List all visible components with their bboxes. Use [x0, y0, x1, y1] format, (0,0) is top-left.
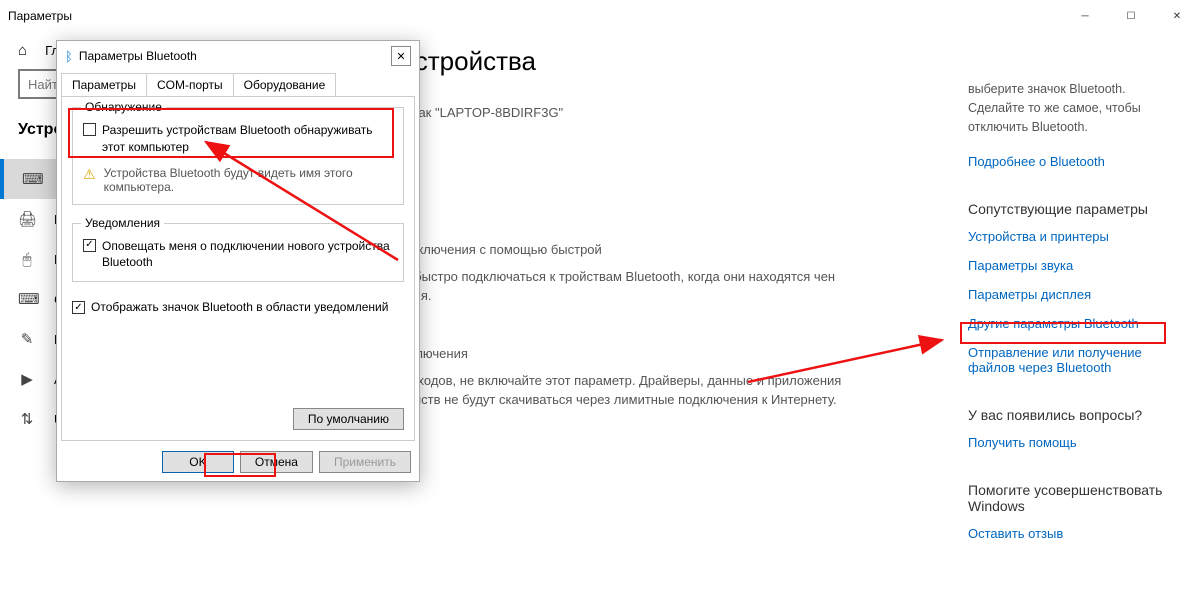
dialog-close-button[interactable]: ✕: [391, 46, 411, 66]
bluetooth-dialog: ᛒ Параметры Bluetooth ✕ Параметры COM-по…: [56, 40, 420, 482]
group-notifications-title: Уведомления: [81, 216, 164, 230]
link-feedback[interactable]: Оставить отзыв: [968, 526, 1178, 541]
checkbox-tray-icon[interactable]: ✓: [72, 301, 85, 314]
button-defaults[interactable]: По умолчанию: [293, 408, 404, 430]
close-button[interactable]: ✕: [1154, 0, 1200, 32]
button-ok[interactable]: OK: [162, 451, 234, 473]
group-notifications: Уведомления ✓ Оповещать меня о подключен…: [72, 223, 404, 283]
mouse-icon: 🖱: [18, 251, 36, 268]
link-sound-settings[interactable]: Параметры звука: [968, 258, 1178, 273]
link-devices-printers[interactable]: Устройства и принтеры: [968, 229, 1178, 244]
keyboard-icon: ⌨: [22, 170, 40, 188]
heading-improve: Помогите усовершенствовать Windows: [968, 482, 1178, 514]
window-title: Параметры: [8, 9, 72, 23]
home-icon[interactable]: ⌂: [18, 42, 27, 59]
dialog-tabs: Параметры COM-порты Оборудование: [57, 71, 419, 96]
tab-parameters[interactable]: Параметры: [61, 73, 147, 96]
link-bt-send-receive[interactable]: Отправление или получение файлов через B…: [968, 345, 1178, 375]
link-bluetooth-other[interactable]: Другие параметры Bluetooth: [968, 316, 1178, 331]
link-more-bluetooth[interactable]: Подробнее о Bluetooth: [968, 154, 1178, 169]
tab-com-ports[interactable]: COM-порты: [146, 73, 234, 96]
window-controls: ─ ☐ ✕: [1062, 0, 1200, 32]
heading-questions: У вас появились вопросы?: [968, 407, 1178, 423]
checkbox-notify-connect-label[interactable]: Оповещать меня о подключении нового устр…: [102, 238, 393, 272]
button-cancel[interactable]: Отмена: [240, 451, 313, 473]
maximize-button[interactable]: ☐: [1108, 0, 1154, 32]
dialog-button-row: OK Отмена Применить: [57, 445, 419, 481]
warning-icon: ⚠: [83, 166, 96, 194]
printer-icon: 🖨: [18, 210, 36, 228]
bluetooth-icon: ᛒ: [65, 49, 73, 64]
button-apply[interactable]: Применить: [319, 451, 411, 473]
group-discovery: Обнаружение Разрешить устройствам Blueto…: [72, 107, 404, 205]
checkbox-allow-discovery-label[interactable]: Разрешить устройствам Bluetooth обнаружи…: [102, 122, 393, 156]
link-display-settings[interactable]: Параметры дисплея: [968, 287, 1178, 302]
right-intro: выберите значок Bluetooth. Сделайте то ж…: [968, 80, 1178, 136]
window-titlebar: Параметры: [0, 0, 1200, 32]
tab-hardware[interactable]: Оборудование: [233, 73, 337, 96]
discovery-warning-text: Устройства Bluetooth будут видеть имя эт…: [104, 166, 393, 194]
heading-related: Сопутствующие параметры: [968, 201, 1178, 217]
checkbox-tray-icon-label[interactable]: Отображать значок Bluetooth в области ув…: [91, 300, 388, 314]
search-placeholder: Найт: [28, 77, 58, 92]
pen-icon: ✎: [18, 330, 36, 348]
dialog-title: Параметры Bluetooth: [79, 49, 197, 63]
dialog-titlebar[interactable]: ᛒ Параметры Bluetooth ✕: [57, 41, 419, 71]
usb-icon: ⇅: [18, 410, 36, 428]
minimize-button[interactable]: ─: [1062, 0, 1108, 32]
link-get-help[interactable]: Получить помощь: [968, 435, 1178, 450]
checkbox-allow-discovery[interactable]: [83, 123, 96, 136]
right-column: выберите значок Bluetooth. Сделайте то ж…: [968, 80, 1178, 555]
checkbox-notify-connect[interactable]: ✓: [83, 239, 96, 252]
keyboard-icon: ⌨: [18, 290, 36, 308]
dialog-body: Обнаружение Разрешить устройствам Blueto…: [61, 96, 415, 441]
group-discovery-title: Обнаружение: [81, 100, 166, 114]
autoplay-icon: ▶: [18, 370, 36, 388]
